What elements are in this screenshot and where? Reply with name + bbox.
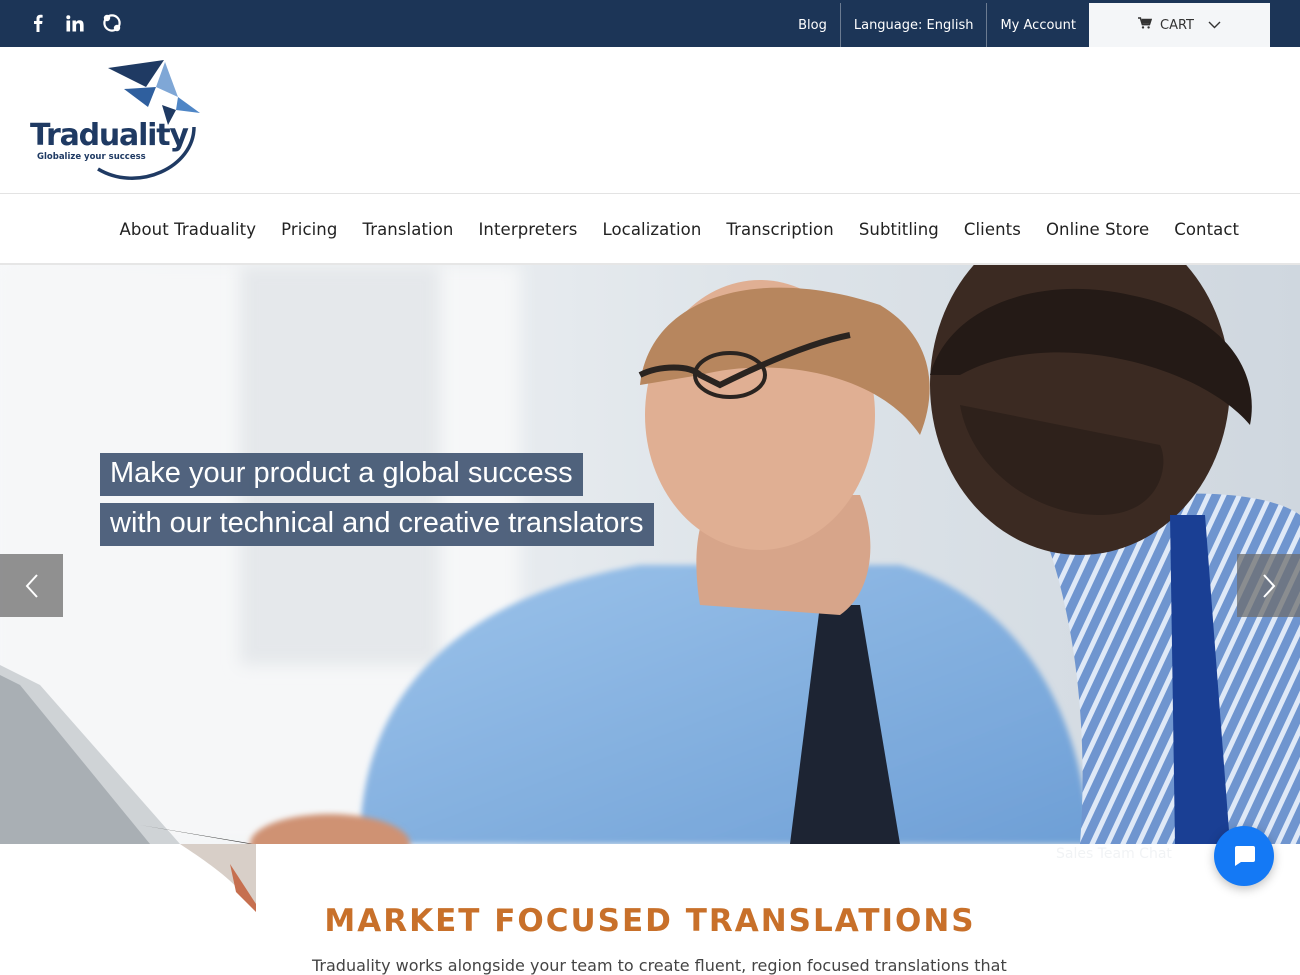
linkedin-icon[interactable]: [65, 13, 85, 33]
slider-prev-button[interactable]: [0, 554, 63, 617]
nav-item-pricing[interactable]: Pricing: [269, 220, 350, 239]
nav-item-clients[interactable]: Clients: [951, 220, 1033, 239]
svg-text:S: S: [108, 19, 115, 30]
nav-item-interpreters[interactable]: Interpreters: [466, 220, 590, 239]
hero-slider: Make your product a global success with …: [0, 265, 1300, 844]
facebook-icon[interactable]: [28, 13, 48, 33]
skype-icon[interactable]: S: [102, 13, 122, 33]
hero-headline-line1: Make your product a global success: [100, 453, 583, 496]
chat-label: Sales Team Chat: [1056, 846, 1172, 862]
site-header: Traduality Globalize your success: [0, 47, 1300, 194]
logo-graphic: Traduality Globalize your success: [30, 60, 200, 180]
blog-link[interactable]: Blog: [785, 3, 840, 47]
nav-item-subtitling[interactable]: Subtitling: [846, 220, 951, 239]
top-links: Blog Language: English My Account CART: [785, 3, 1270, 47]
nav-item-translation[interactable]: Translation: [350, 220, 466, 239]
nav-list: About Traduality Pricing Translation Interp…: [107, 194, 1252, 265]
main-nav: About Traduality Pricing Translation Interp…: [0, 194, 1300, 265]
my-account-link[interactable]: My Account: [986, 3, 1089, 47]
corner-photo-fragment: [0, 844, 256, 912]
language-selector[interactable]: Language: English: [839, 3, 987, 47]
nav-item-transcription[interactable]: Transcription: [714, 220, 846, 239]
chevron-down-icon: [1208, 18, 1221, 33]
nav-item-about-traduality[interactable]: About Traduality: [107, 220, 269, 239]
nav-item-localization[interactable]: Localization: [590, 220, 714, 239]
top-bar: S Blog Language: English My Account CART: [0, 0, 1300, 47]
hero-photo: [0, 265, 1300, 844]
chat-button[interactable]: [1214, 826, 1274, 886]
logo-tagline: Globalize your success: [37, 152, 146, 162]
section-intro-text: Traduality works alongside your team to …: [312, 956, 1007, 975]
chevron-left-icon: [25, 573, 38, 598]
cart-button[interactable]: CART: [1089, 3, 1270, 47]
chat-bubble-icon: [1235, 846, 1255, 866]
chevron-right-icon: [1262, 573, 1275, 598]
site-logo[interactable]: Traduality Globalize your success: [28, 57, 208, 185]
hero-headline-line2: with our technical and creative translat…: [100, 503, 654, 546]
nav-item-contact[interactable]: Contact: [1162, 220, 1252, 239]
social-links: S: [28, 13, 122, 33]
slider-next-button[interactable]: [1237, 554, 1300, 617]
section-title: MARKET FOCUSED TRANSLATIONS: [324, 903, 976, 939]
nav-item-online-store[interactable]: Online Store: [1033, 220, 1161, 239]
logo-brand: Traduality: [30, 118, 189, 153]
cart-label: CART: [1160, 17, 1194, 33]
cart-icon: [1138, 17, 1153, 33]
